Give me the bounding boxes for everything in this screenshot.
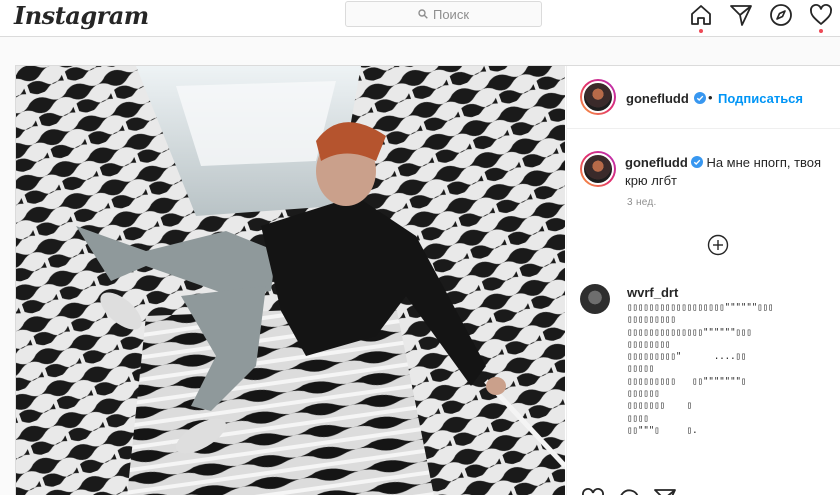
explore-icon[interactable]: [769, 3, 793, 27]
like-heart-icon[interactable]: [581, 487, 605, 495]
comment-avatar[interactable]: [580, 284, 610, 314]
verified-badge-icon: [694, 92, 706, 104]
caption-username[interactable]: gonefludd: [625, 155, 688, 170]
activity-notification-dot: [819, 29, 823, 33]
follow-button[interactable]: Подписаться: [718, 91, 803, 106]
post-sidebar: gonefludd • Подписаться gonefludd На мне…: [566, 66, 840, 495]
search-placeholder: Поиск: [432, 6, 470, 22]
author-username[interactable]: gonefludd: [626, 91, 689, 106]
top-navigation-bar: Instagram Поиск: [0, 0, 840, 37]
header-separator: •: [708, 90, 713, 105]
search-icon: [418, 9, 428, 19]
home-icon[interactable]: [689, 3, 713, 27]
author-avatar[interactable]: [580, 79, 616, 115]
direct-icon[interactable]: [729, 3, 753, 27]
load-more-comments-plus-icon[interactable]: [707, 234, 729, 256]
caption-timestamp[interactable]: 3 нед.: [627, 197, 657, 208]
caption-verified-badge-icon: [690, 156, 703, 168]
search-input[interactable]: Поиск: [345, 1, 542, 27]
post-header: gonefludd • Подписаться: [567, 66, 840, 129]
post-card: gonefludd • Подписаться gonefludd На мне…: [15, 65, 840, 495]
comment-ascii-art: ▯▯▯▯▯▯▯▯▯▯▯▯▯▯▯▯▯▯""""""▯▯▯ ▯▯▯▯▯▯▯▯▯ ▯▯…: [627, 302, 774, 436]
comment-bubble-icon[interactable]: [617, 487, 641, 495]
caption-author-avatar[interactable]: [580, 151, 616, 187]
share-direct-icon[interactable]: [653, 487, 677, 495]
instagram-logo[interactable]: Instagram: [14, 1, 149, 30]
post-photo[interactable]: [16, 66, 565, 495]
post-caption: gonefludd На мне нпогп, твоя крю лгбт: [625, 154, 840, 190]
home-notification-dot: [699, 29, 703, 33]
activity-heart-icon[interactable]: [809, 3, 833, 27]
comment-username[interactable]: wvrf_drt: [627, 285, 678, 300]
